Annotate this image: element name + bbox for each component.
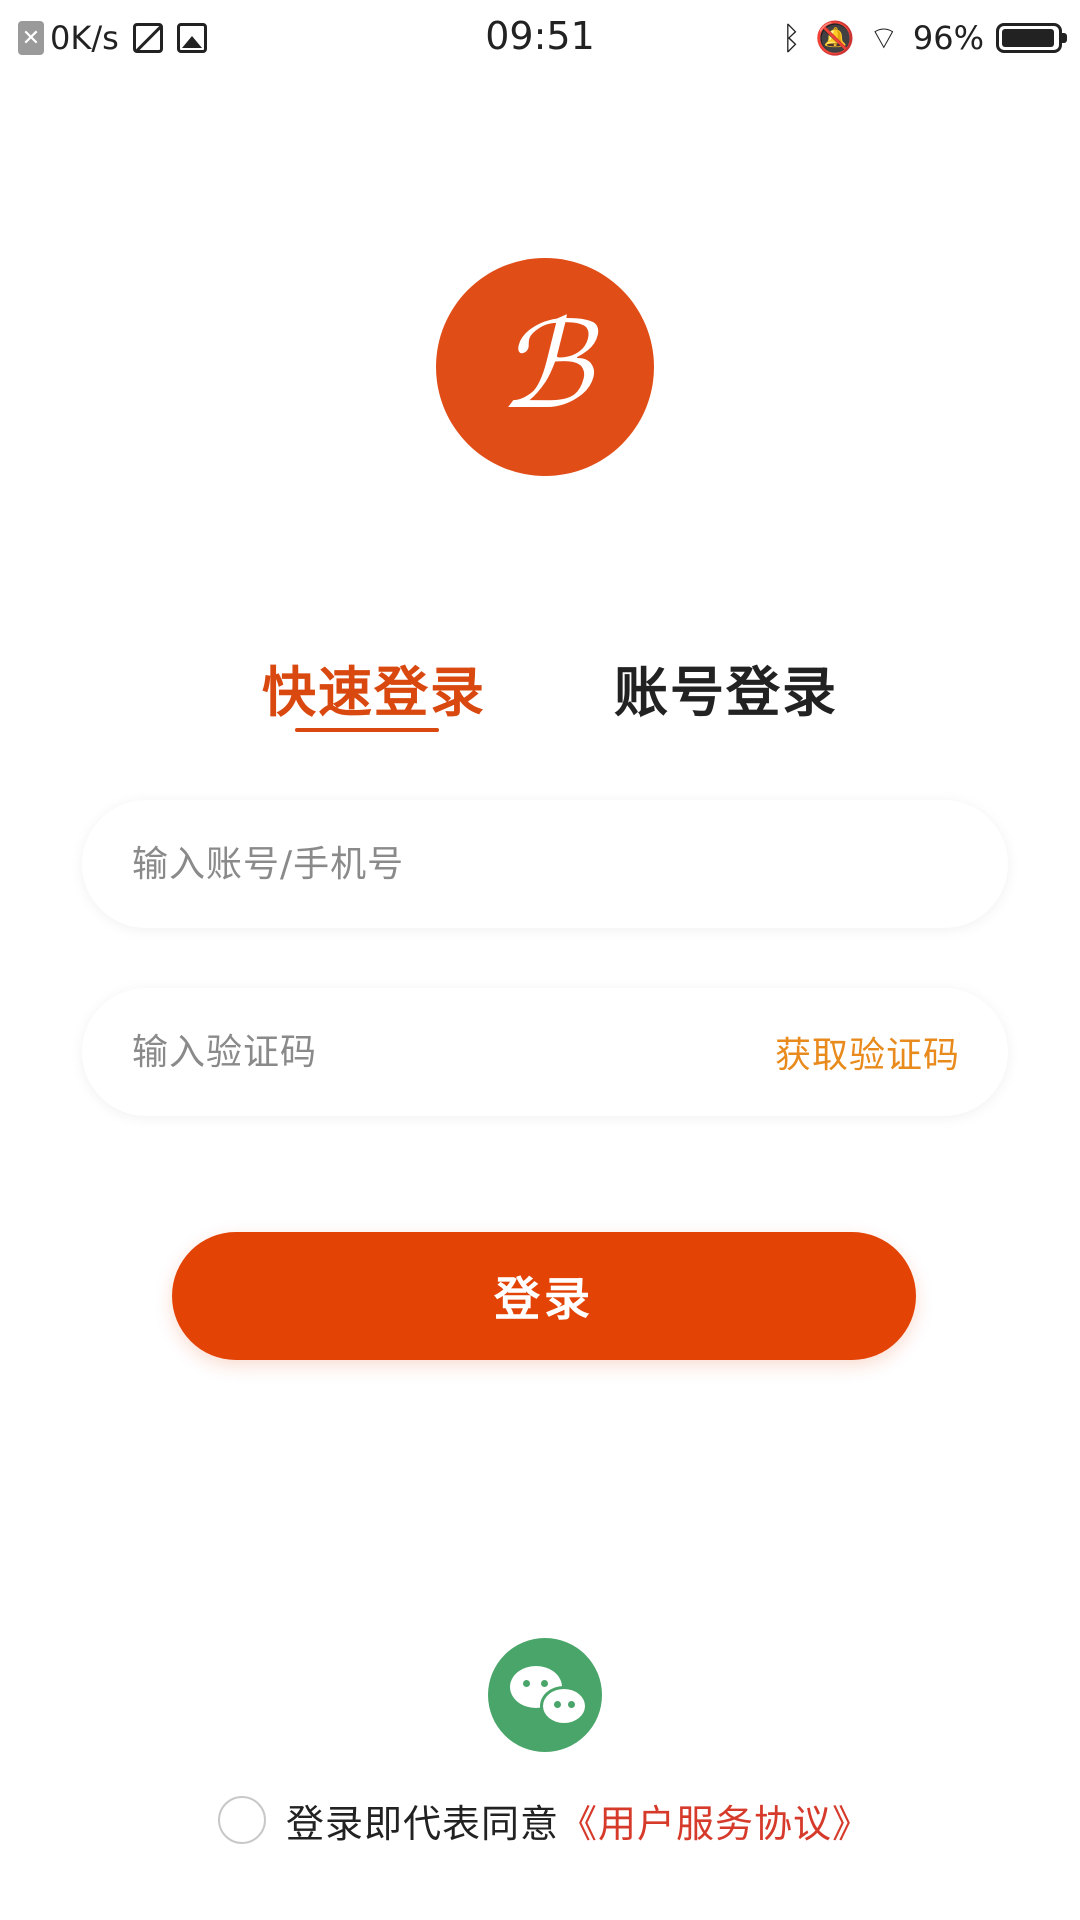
app-logo: ℬ	[436, 258, 654, 476]
battery-percent: 96%	[912, 19, 984, 57]
verification-code-input[interactable]	[130, 1030, 775, 1074]
wechat-login-button[interactable]	[488, 1638, 602, 1752]
user-agreement-link[interactable]: 《用户服务协议》	[559, 1793, 871, 1848]
account-field	[82, 800, 1008, 928]
tab-account-login[interactable]: 账号登录	[614, 648, 838, 727]
logo-glyph: ℬ	[497, 297, 593, 436]
wifi-icon: ⌔	[868, 19, 899, 57]
tab-quick-login[interactable]: 快速登录	[262, 648, 486, 727]
battery-icon	[996, 23, 1067, 53]
agreement-radio[interactable]	[218, 1796, 266, 1844]
agreement-text: 登录即代表同意	[286, 1801, 560, 1846]
wechat-icon-small-bubble	[540, 1686, 588, 1726]
status-bar: ✕ 0K/s 09:51 ᛒ 🔕 ⌔ 96%	[0, 0, 1080, 76]
battery-level	[1002, 29, 1054, 47]
account-input[interactable]	[130, 842, 960, 886]
active-tab-indicator	[295, 728, 439, 732]
bluetooth-icon: ᛒ	[781, 19, 801, 57]
mute-bell-icon: 🔕	[814, 19, 855, 57]
get-code-button[interactable]: 获取验证码	[775, 1026, 960, 1078]
code-field: 获取验证码	[82, 988, 1008, 1116]
login-tabs: 快速登录 账号登录	[0, 648, 1080, 748]
agreement-row: 登录即代表同意 《用户服务协议》	[218, 1792, 871, 1848]
status-bar-right: ᛒ 🔕 ⌔ 96%	[768, 16, 1067, 60]
login-button[interactable]: 登录	[172, 1232, 916, 1360]
